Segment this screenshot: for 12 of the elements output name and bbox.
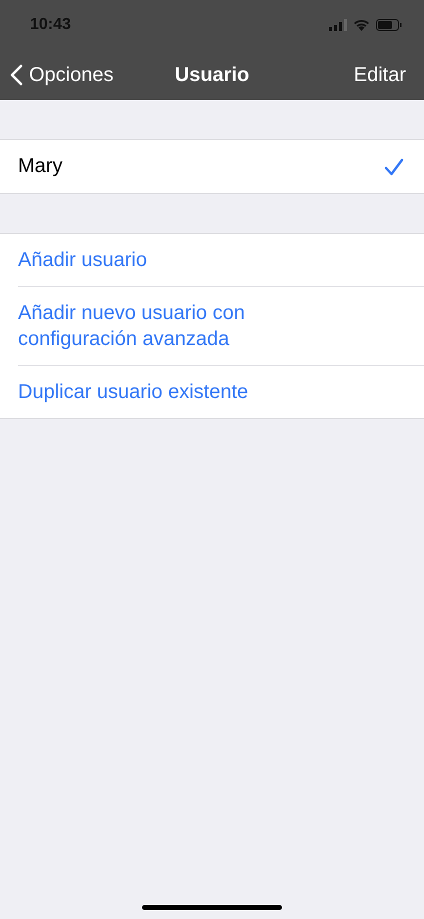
- action-link[interactable]: Duplicar usuario existente: [18, 366, 248, 418]
- back-chevron-icon: [10, 64, 23, 86]
- wifi-icon: [353, 19, 370, 31]
- nav-title: Usuario: [174, 64, 250, 86]
- status-time: 10:43: [30, 16, 71, 34]
- action-link[interactable]: Añadir usuario: [18, 234, 147, 286]
- action-link[interactable]: Añadir nuevo usuario con configuración avanzada: [18, 287, 308, 365]
- back-button[interactable]: Opciones: [10, 64, 114, 86]
- edit-button[interactable]: Editar: [354, 64, 406, 86]
- signal-icon: [329, 19, 347, 31]
- user-name[interactable]: Mary: [18, 155, 62, 178]
- battery-icon: [376, 19, 402, 31]
